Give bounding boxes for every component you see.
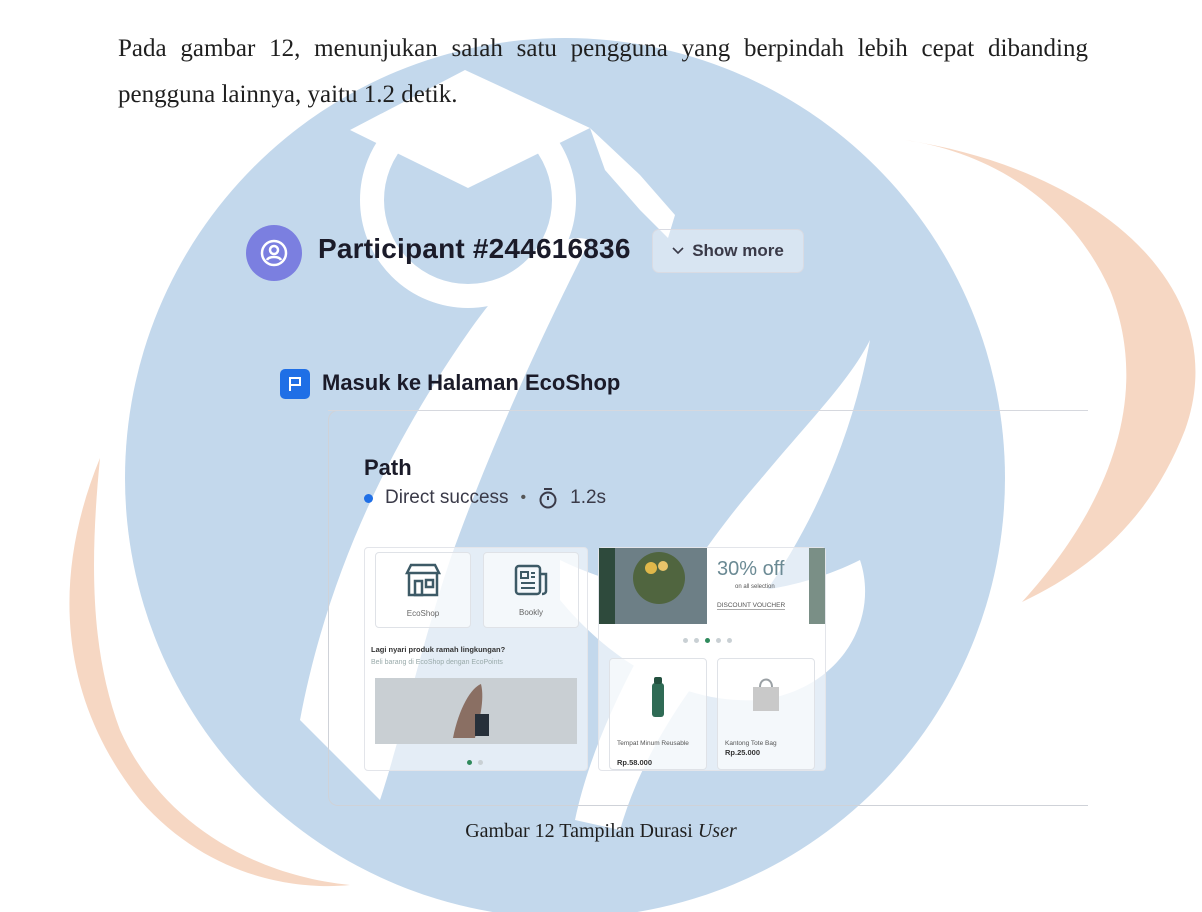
flag-icon [280,369,310,399]
figure-caption: Gambar 12 Tampilan Durasi User [0,820,1202,843]
banner-edge [809,548,825,624]
product-name-2: Kantong Tote Bag [725,740,777,747]
tile-ecoshop: EcoShop [375,552,471,628]
product-card-1 [609,658,707,770]
screen-thumbnail-1[interactable]: EcoShop Bookly Lagi nyari produk ramah l… [364,547,588,771]
carousel-dots [467,760,483,765]
promo-sub: on all selection [735,584,775,590]
duration-text: 1.2s [570,487,607,508]
path-label: Path [364,455,412,480]
tote-bag-icon [753,678,779,711]
show-more-button[interactable]: Show more [652,229,804,273]
caption-text: Gambar 12 Tampilan Durasi [465,820,698,842]
banner-dots [683,638,732,643]
product-name-1: Tempat Minum Reusable [617,740,689,747]
body-paragraph: Pada gambar 12, menunjukan salah satu pe… [118,35,1088,108]
product-price-1: Rp.58.000 [617,758,653,767]
status-text: Direct success [385,487,509,508]
user-icon [260,239,288,267]
caption-italic: User [697,820,737,842]
tile-label: EcoShop [406,608,440,618]
food-illustration [599,548,685,624]
separator: • [520,489,527,506]
status-dot [364,493,373,503]
store-icon [404,563,442,596]
promo-image [375,678,577,744]
path-status: Direct success • 1.2s [364,487,606,509]
chevron-down-icon [672,247,684,255]
product-price-2: Rp.25.000 [725,748,761,757]
stopwatch-icon [539,488,557,509]
divider [328,410,1088,411]
promo-text: 30% off [717,558,785,580]
promo-headline: Lagi nyari produk ramah lingkungan? [371,645,506,654]
newspaper-icon [514,564,548,595]
figure-screenshot: Participant #244616836 Show more Masuk k… [240,205,1090,815]
participant-avatar [246,225,302,281]
person-illustration [453,684,489,738]
promo-subline: Beli barang di EcoShop dengan EcoPoints [371,659,503,666]
participant-title: Participant #244616836 [318,233,631,264]
tile-bookly: Bookly [483,552,579,628]
promo-banner-image [599,548,707,624]
screen-thumbnail-2[interactable]: 30% off on all selection DISCOUNT VOUCHE… [598,547,826,771]
task-title: Masuk ke Halaman EcoShop [322,370,621,395]
bottle-icon [652,677,664,717]
tile-label: Bookly [518,607,543,617]
voucher-label: DISCOUNT VOUCHER [717,602,786,610]
show-more-label: Show more [692,241,784,260]
